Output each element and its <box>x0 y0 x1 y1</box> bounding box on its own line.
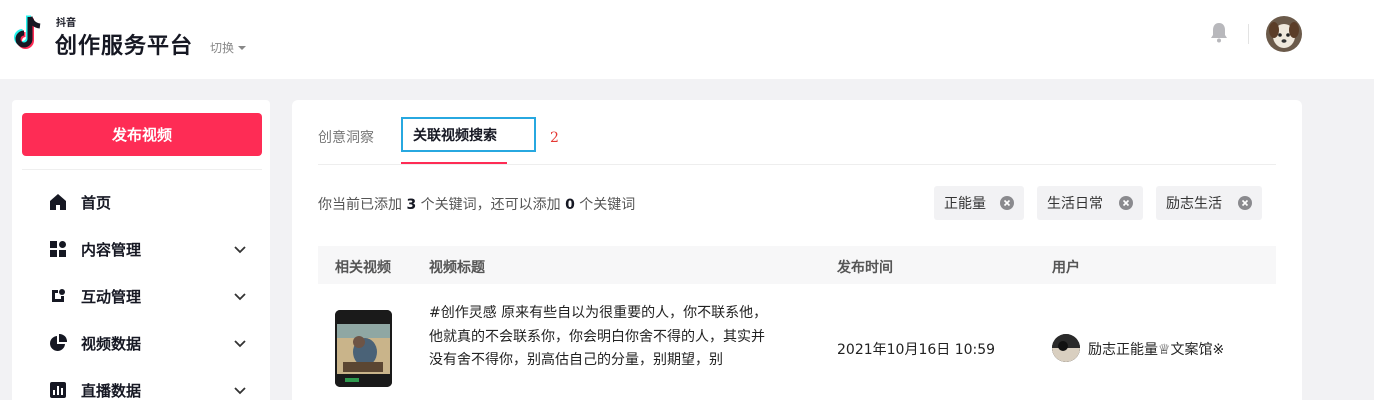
keyword-count-info: 你当前已添加 3 个关键词，还可以添加 0 个关键词 <box>318 194 635 214</box>
sidebar-item-interaction[interactable]: 互动管理 <box>12 276 270 316</box>
pie-chart-icon <box>48 333 68 353</box>
user-name[interactable]: 励志正能量♕文案馆※ <box>1088 339 1224 359</box>
sidebar-item-content[interactable]: 内容管理 <box>12 229 270 269</box>
tabs-divider <box>318 164 1276 165</box>
user-avatar-small[interactable] <box>1052 334 1080 362</box>
keyword-tag: 正能量 <box>934 186 1024 220</box>
remove-keyword-icon[interactable] <box>1238 196 1252 210</box>
interaction-icon <box>48 286 68 306</box>
sidebar-item-label: 视频数据 <box>81 334 142 353</box>
publish-time: 2021年10月16日 10:59 <box>837 342 996 358</box>
keyword-added-count: 3 <box>406 197 417 213</box>
main-panel: 创意洞察 关联视频搜索 2 你当前已添加 3 个关键词，还可以添加 0 个关键词… <box>292 100 1302 400</box>
sidebar-item-video-data[interactable]: 视频数据 <box>12 323 270 363</box>
chevron-down-icon <box>234 246 246 254</box>
column-header: 视频标题 <box>429 260 485 276</box>
brand-title: 创作服务平台 <box>55 34 194 59</box>
brand-small-label: 抖音 <box>56 18 76 29</box>
sidebar: 发布视频 首页 内容管理 互动管理 视频数据 直播数据 <box>12 100 270 400</box>
tab-related-video-search[interactable]: 关联视频搜索 <box>401 117 536 152</box>
bell-icon[interactable] <box>1207 20 1231 44</box>
sidebar-item-label: 内容管理 <box>81 240 142 259</box>
keyword-tag-label: 生活日常 <box>1047 196 1103 212</box>
chevron-down-icon <box>234 387 246 395</box>
video-title[interactable]: #创作灵感 原来有些自以为很重要的人，你不联系他，他就真的不会联系你，你会明白你… <box>429 302 769 373</box>
column-header: 相关视频 <box>335 260 391 276</box>
sidebar-item-label: 直播数据 <box>81 381 142 400</box>
sidebar-item-label: 首页 <box>81 193 112 212</box>
header-divider <box>1248 24 1249 44</box>
top-bar: 抖音 创作服务平台 切换 <box>0 0 1374 79</box>
video-thumbnail[interactable] <box>335 310 392 387</box>
keyword-info-prefix: 你当前已添加 <box>318 197 407 213</box>
keyword-tag: 生活日常 <box>1037 186 1143 220</box>
switch-label: 切换 <box>210 41 235 55</box>
keyword-tag: 励志生活 <box>1156 186 1262 220</box>
table-row[interactable]: #创作灵感 原来有些自以为很重要的人，你不联系他，他就真的不会联系你，你会明白你… <box>318 300 1276 400</box>
chevron-down-icon <box>234 293 246 301</box>
sidebar-divider <box>22 169 262 170</box>
publish-video-button[interactable]: 发布视频 <box>22 113 262 156</box>
tab-creative-insight[interactable]: 创意洞察 <box>318 127 374 147</box>
grid-icon <box>48 239 68 259</box>
chevron-down-icon <box>234 340 246 348</box>
keyword-remaining-count: 0 <box>565 197 575 213</box>
remove-keyword-icon[interactable] <box>1000 196 1014 210</box>
user-avatar[interactable] <box>1266 16 1302 52</box>
table-header: 相关视频 视频标题 发布时间 用户 <box>318 246 1276 284</box>
column-header: 发布时间 <box>837 260 893 276</box>
caret-down-icon <box>238 45 247 50</box>
remove-keyword-icon[interactable] <box>1119 196 1133 210</box>
switch-button[interactable]: 切换 <box>210 39 247 56</box>
keyword-tag-label: 励志生活 <box>1166 196 1222 212</box>
sidebar-item-label: 互动管理 <box>81 287 142 306</box>
annotation-number: 2 <box>550 130 559 146</box>
bar-chart-icon <box>48 380 68 400</box>
keyword-tag-label: 正能量 <box>944 196 986 212</box>
sidebar-item-live-data[interactable]: 直播数据 <box>12 370 270 400</box>
home-icon <box>48 192 68 212</box>
keyword-info-middle: 个关键词，还可以添加 <box>416 197 566 213</box>
keyword-info-suffix: 个关键词 <box>574 197 636 213</box>
sidebar-item-home[interactable]: 首页 <box>12 182 270 222</box>
douyin-logo-icon[interactable] <box>12 14 48 54</box>
tab-label: 关联视频搜索 <box>413 127 497 144</box>
column-header: 用户 <box>1052 260 1080 276</box>
